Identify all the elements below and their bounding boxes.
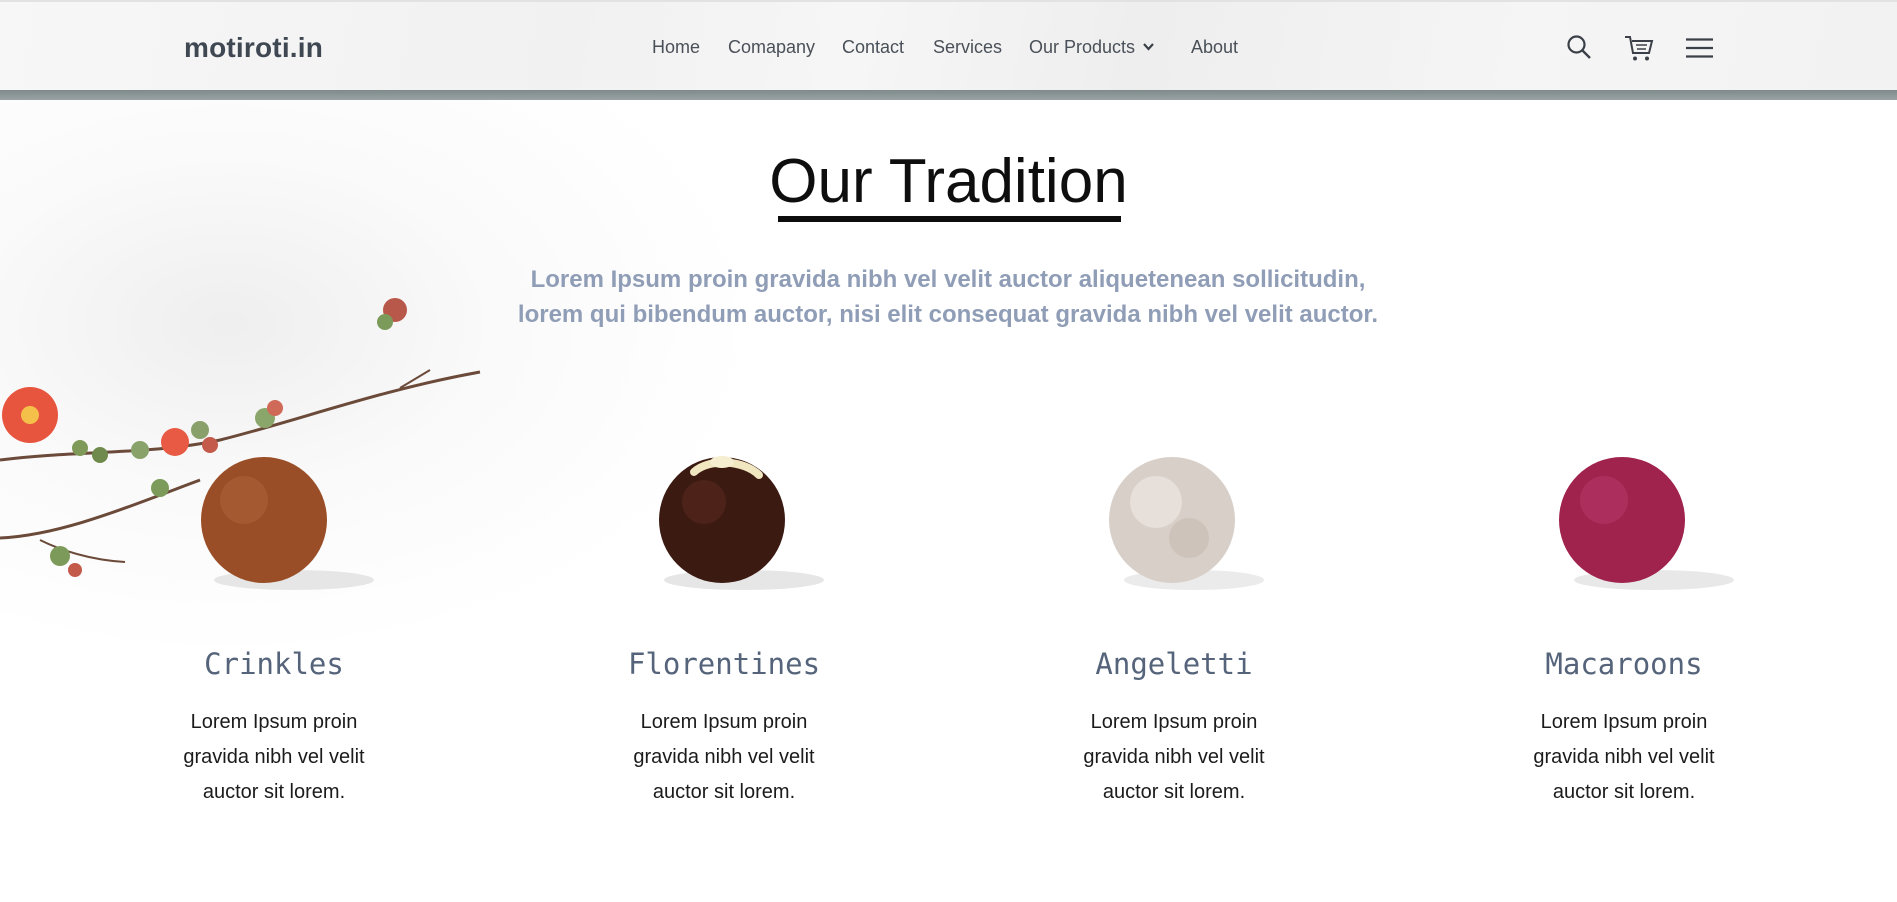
nav-contact[interactable]: Contact [842, 37, 904, 58]
product-image [594, 430, 854, 600]
section-subtitle: Lorem Ipsum proin gravida nibh vel velit… [448, 262, 1448, 332]
nav-company[interactable]: Comapany [728, 37, 815, 58]
product-image [1044, 430, 1304, 600]
nav-home[interactable]: Home [652, 37, 700, 58]
subtitle-line-2: lorem qui bibendum auctor, nisi elit con… [517, 301, 1379, 328]
menu-icon[interactable] [1686, 38, 1713, 63]
nav-our-products-label: Our Products [1029, 37, 1136, 57]
product-card[interactable]: Florentines Lorem Ipsum proin gravida ni… [594, 430, 854, 810]
product-description: Lorem Ipsum proin gravida nibh vel velit… [1083, 711, 1265, 803]
product-description: Lorem Ipsum proin gravida nibh vel velit… [183, 711, 365, 803]
product-image [1494, 430, 1754, 600]
chevron-down-icon [1143, 35, 1154, 56]
header-bottom-bar [0, 90, 1897, 100]
nav-services[interactable]: Services [933, 37, 1002, 58]
product-card[interactable]: Macaroons Lorem Ipsum proin gravida nibh… [1494, 430, 1754, 810]
subtitle-line-1: Lorem Ipsum proin gravida nibh vel velit… [530, 266, 1366, 293]
product-description: Lorem Ipsum proin gravida nibh vel velit… [633, 711, 815, 803]
product-name: Angeletti [1095, 647, 1253, 681]
product-description: Lorem Ipsum proin gravida nibh vel velit… [1533, 711, 1715, 803]
product-name: Florentines [627, 647, 821, 681]
title-underline [778, 216, 1121, 222]
product-card[interactable]: Crinkles Lorem Ipsum proin gravida nibh … [144, 430, 404, 810]
nav-our-products[interactable]: Our Products [1029, 35, 1154, 58]
search-icon[interactable] [1566, 34, 1592, 65]
product-card[interactable]: Angeletti Lorem Ipsum proin gravida nibh… [1044, 430, 1304, 810]
nav-about[interactable]: About [1191, 37, 1238, 58]
section-title: Our Tradition [769, 147, 1128, 216]
site-logo[interactable]: motiroti.in [184, 32, 323, 64]
cart-icon[interactable] [1624, 34, 1654, 67]
product-image [144, 430, 404, 600]
product-name: Macaroons [1545, 647, 1703, 681]
site-header: motiroti.in Home Comapany Contact Servic… [0, 0, 1897, 90]
product-name: Crinkles [204, 647, 344, 681]
